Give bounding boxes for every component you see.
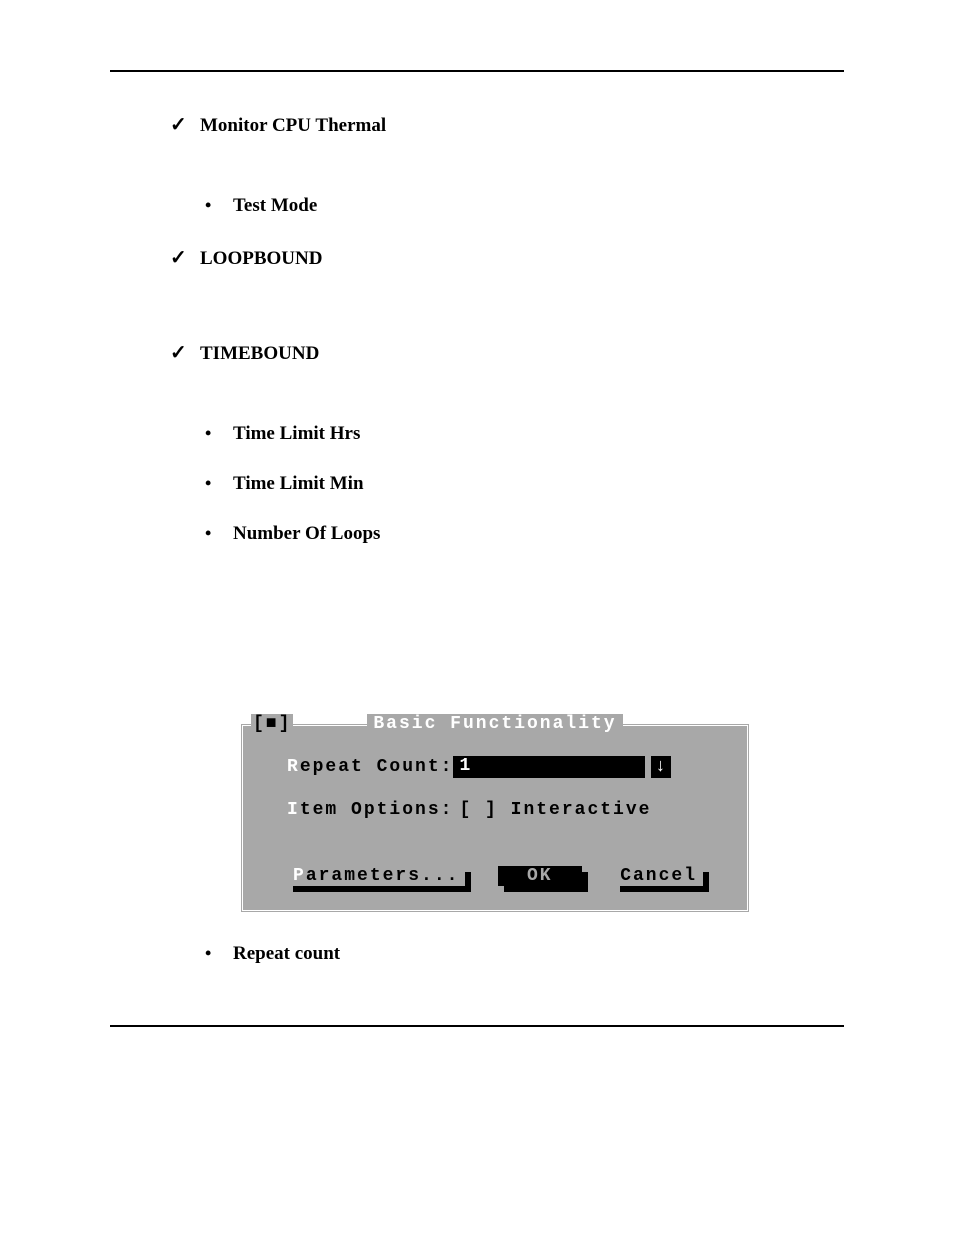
check-item-timebound: ✓ TIMEBOUND [170,340,844,365]
top-divider [110,70,844,72]
bullet-item-repeat-count: • Repeat count [205,943,844,965]
dropdown-arrow-icon[interactable]: ↓ [651,756,671,778]
ok-button[interactable]: OK [498,866,582,886]
bullet-item-time-limit-hrs: • Time Limit Hrs [205,423,844,445]
bullet-icon: • [205,473,233,494]
bullet-icon: • [205,195,233,216]
check-label: LOOPBOUND [200,248,322,270]
bullet-icon: • [205,943,233,964]
dialog-titlebar: [■] Basic Functionality [257,714,733,734]
dialog-button-row: Parameters... OK Cancel [287,866,703,886]
parameters-button[interactable]: Parameters... [287,866,465,886]
bullet-label: Time Limit Hrs [233,423,360,445]
check-icon: ✓ [170,340,200,365]
hotkey-r: R [287,757,300,777]
dialog-basic-functionality: [■] Basic Functionality Repeat Count: 1 … [240,723,750,913]
dialog-title-wrap: Basic Functionality [257,714,733,734]
row-item-options: Item Options: [ ] Interactive [257,800,733,820]
check-icon: ✓ [170,245,200,270]
check-item-loopbound: ✓ LOOPBOUND [170,245,844,270]
check-label: Monitor CPU Thermal [200,115,386,137]
bullet-label: Number Of Loops [233,523,380,545]
hotkey-i: I [287,800,300,820]
bullet-icon: • [205,523,233,544]
bullet-item-time-limit-min: • Time Limit Min [205,473,844,495]
dialog-title: Basic Functionality [367,714,622,734]
dialog-frame: [■] Basic Functionality Repeat Count: 1 … [240,723,750,913]
cancel-button[interactable]: Cancel [614,866,703,886]
repeat-count-label: Repeat Count: [287,757,453,777]
repeat-count-input[interactable]: 1 [453,756,645,778]
check-icon: ✓ [170,112,200,137]
item-options-label: Item Options: [287,800,453,820]
bullet-label: Test Mode [233,195,317,217]
document-page: ✓ Monitor CPU Thermal • Test Mode ✓ LOOP… [0,0,954,1087]
bullet-label: Time Limit Min [233,473,364,495]
hotkey-p: P [293,866,306,886]
bullet-item-test-mode: • Test Mode [205,195,844,217]
interactive-checkbox[interactable]: [ ] Interactive [453,800,651,820]
row-repeat-count: Repeat Count: 1 ↓ [257,756,733,778]
check-item-monitor-cpu-thermal: ✓ Monitor CPU Thermal [170,112,844,137]
bullet-icon: • [205,423,233,444]
bottom-divider [110,1025,844,1027]
bullet-item-number-of-loops: • Number Of Loops [205,523,844,545]
bullet-label: Repeat count [233,943,340,965]
check-label: TIMEBOUND [200,343,319,365]
